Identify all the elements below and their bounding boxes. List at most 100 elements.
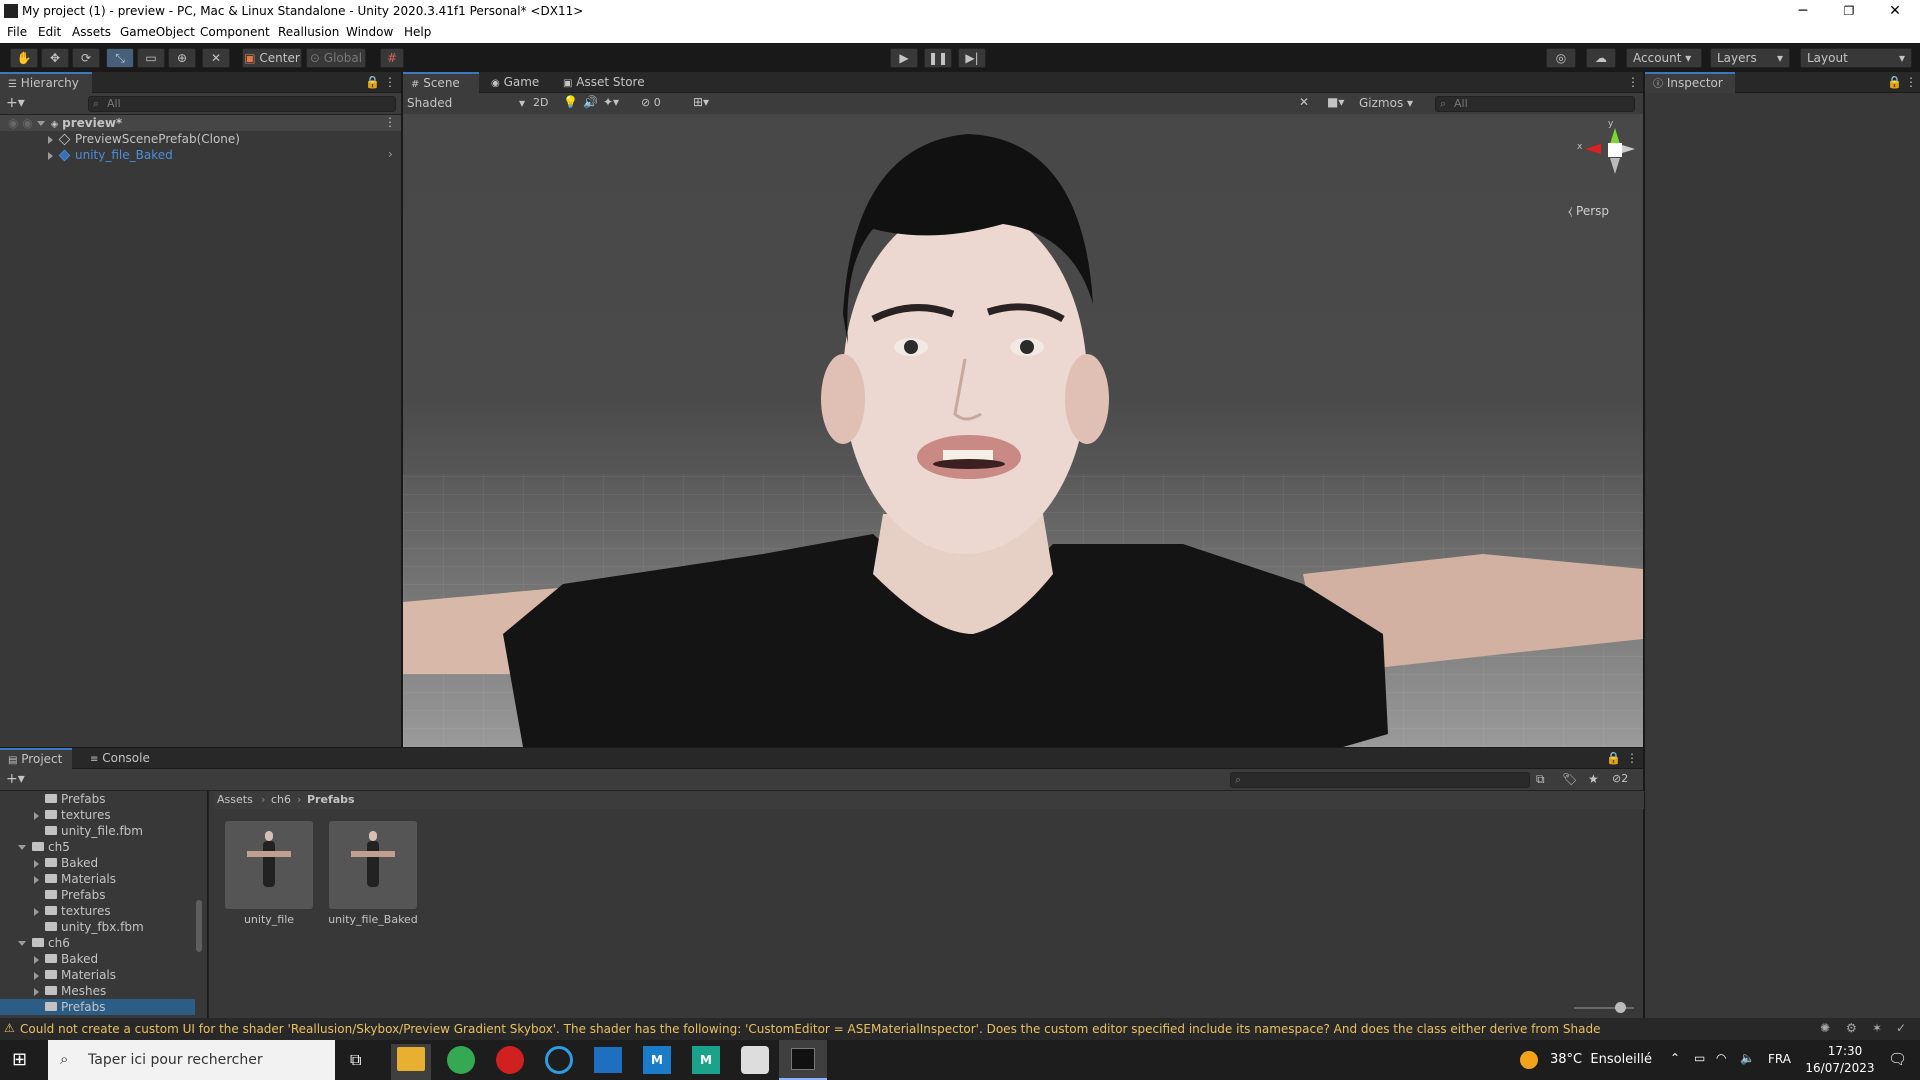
restore-button[interactable]: ❐ <box>1826 0 1872 22</box>
thumbnail-size-slider-handle[interactable] <box>1615 1002 1626 1013</box>
notification-center-icon[interactable]: 🗨 <box>1888 1050 1907 1068</box>
cache-icon[interactable]: ⚙ <box>1846 1021 1857 1035</box>
project-tree-item[interactable]: Materials <box>34 967 116 983</box>
toggle-2d-button[interactable]: 2D <box>533 96 548 109</box>
project-tree-item[interactable]: Meshes <box>34 983 106 999</box>
taskbar-search[interactable]: ⌕ Taper ici pour rechercher <box>48 1040 335 1080</box>
collab-icon[interactable]: ◎ <box>1546 48 1576 68</box>
opera-icon[interactable] <box>496 1046 524 1074</box>
clock-date[interactable]: 16/07/2023 <box>1800 1061 1880 1075</box>
kebab-menu-icon[interactable]: ⋮ <box>384 75 396 89</box>
play-button[interactable]: ▶ <box>890 48 918 68</box>
check-icon[interactable]: ✓ <box>1896 1021 1906 1035</box>
chevron-right-icon[interactable] <box>48 135 53 144</box>
layout-dropdown[interactable]: Layout ▾ <box>1800 48 1912 68</box>
menu-component[interactable]: Component <box>200 25 270 39</box>
asset-label[interactable]: unity_file <box>225 913 313 926</box>
search-by-label-icon[interactable]: 🏷 <box>1562 772 1577 786</box>
gizmos-dropdown[interactable]: Gizmos ▾ <box>1359 96 1413 110</box>
scene-kebab-icon[interactable]: ⋮ <box>384 115 396 129</box>
project-tree-item[interactable]: Prefabs <box>34 791 106 807</box>
lock-icon[interactable]: 🔒 <box>1887 75 1902 89</box>
move-tool-icon[interactable]: ✥ <box>41 48 69 68</box>
tree-scrollbar[interactable] <box>196 900 202 952</box>
tab-hierarchy[interactable]: ☰ Hierarchy <box>0 72 92 93</box>
scene-search-input[interactable]: ⌕ All <box>1435 96 1635 112</box>
unity-hub-icon[interactable] <box>741 1046 769 1074</box>
transform-tool-icon[interactable]: ⊕ <box>168 48 196 68</box>
hierarchy-row-scene[interactable]: ◉ ◉ ◈ preview* <box>8 115 122 131</box>
chevron-down-icon[interactable] <box>36 121 45 126</box>
grid-toggle-icon[interactable]: ⊞▾ <box>693 95 709 109</box>
rotate-tool-icon[interactable]: ⟳ <box>72 48 100 68</box>
projection-toggle[interactable]: ⧼ Persp <box>1568 204 1609 219</box>
debug-icon[interactable]: ✺ <box>1820 1021 1830 1035</box>
breadcrumb-prefabs[interactable]: Prefabs <box>307 793 355 806</box>
chevron-right-icon[interactable] <box>34 955 39 964</box>
project-search-input[interactable]: ⌕ <box>1230 772 1530 788</box>
kebab-menu-icon[interactable]: ⋮ <box>1905 75 1917 89</box>
chevron-right-icon[interactable] <box>34 971 39 980</box>
lock-icon[interactable]: 🔒 <box>1606 751 1621 765</box>
close-button[interactable]: ✕ <box>1872 0 1918 22</box>
tab-console[interactable]: ≡ Console <box>82 748 158 769</box>
language-indicator[interactable]: FRA <box>1768 1052 1791 1066</box>
favorites-star-icon[interactable]: ★ <box>1588 772 1599 786</box>
tab-asset-store[interactable]: ▣ Asset Store <box>555 72 653 93</box>
effects-toggle-icon[interactable]: ✦▾ <box>603 95 619 109</box>
asset-label[interactable]: unity_file_Baked <box>321 913 425 926</box>
audio-toggle-icon[interactable]: 🔊 <box>583 95 598 109</box>
breadcrumb-ch6[interactable]: ch6 <box>271 793 291 806</box>
lighting-toggle-icon[interactable]: 💡 <box>563 95 578 109</box>
clock-time[interactable]: 17:30 <box>1810 1044 1880 1058</box>
hand-tool-icon[interactable]: ✋ <box>10 48 38 68</box>
rect-tool-icon[interactable]: ▭ <box>137 48 165 68</box>
windows-start-icon[interactable]: ⊞ <box>12 1049 27 1070</box>
hidden-packages-toggle[interactable]: ⊘2 <box>1612 772 1628 785</box>
chevron-down-icon[interactable] <box>18 845 26 850</box>
tools-toggle-icon[interactable]: ✕ <box>1299 95 1309 109</box>
chevron-down-icon[interactable] <box>18 941 26 946</box>
scene-viewport[interactable]: y x ⧼ Persp <box>403 114 1643 747</box>
wifi-icon[interactable]: ◠ <box>1716 1051 1726 1065</box>
project-tree-item[interactable]: ch5 <box>18 839 70 855</box>
scene-kebab-icon[interactable]: ⋮ <box>1627 75 1639 89</box>
cortana-c-icon[interactable] <box>545 1046 573 1074</box>
app-m-blue-icon[interactable]: M <box>643 1046 671 1074</box>
pause-button[interactable]: ❚❚ <box>924 48 952 68</box>
tray-chevron-up-icon[interactable]: ⌃ <box>1670 1051 1680 1065</box>
store-icon[interactable] <box>594 1047 622 1073</box>
lock-icon[interactable]: 🔒 <box>365 75 380 89</box>
file-explorer-icon[interactable] <box>397 1047 425 1071</box>
project-tree-item[interactable]: unity_file.fbm <box>34 823 143 839</box>
tab-scene[interactable]: # Scene <box>403 72 479 93</box>
account-dropdown[interactable]: Account ▾ <box>1626 48 1702 68</box>
project-tree-item[interactable]: unity_fbx.fbm <box>34 919 144 935</box>
menu-file[interactable]: File <box>7 25 27 39</box>
chevron-right-icon[interactable] <box>34 987 39 996</box>
open-prefab-arrow-icon[interactable]: › <box>388 147 393 161</box>
search-by-type-icon[interactable]: ⧉ <box>1536 772 1545 787</box>
create-plus-icon[interactable]: +▾ <box>6 771 25 787</box>
scale-tool-icon[interactable]: ⤡ <box>106 48 134 68</box>
chevron-right-icon[interactable] <box>34 859 39 868</box>
menu-help[interactable]: Help <box>404 25 431 39</box>
tab-inspector[interactable]: ⓘ Inspector <box>1645 72 1735 93</box>
project-tree-item[interactable]: Baked <box>34 951 98 967</box>
step-button[interactable]: ▶| <box>958 48 986 68</box>
camera-settings-icon[interactable]: ■▾ <box>1327 95 1344 109</box>
project-tree-item[interactable]: Prefabs <box>0 999 195 1015</box>
tab-project[interactable]: ▤ Project <box>0 748 72 769</box>
tab-game[interactable]: ◉ Game <box>483 72 547 93</box>
status-message[interactable]: Could not create a custom UI for the sha… <box>20 1022 1600 1036</box>
orientation-gizmo[interactable]: y x <box>1577 119 1643 182</box>
menu-window[interactable]: Window <box>346 25 393 39</box>
project-tree-item[interactable]: ch6 <box>18 935 70 951</box>
menu-gameobject[interactable]: GameObject <box>120 25 195 39</box>
pivot-center-toggle[interactable]: ▣ Center <box>242 48 302 68</box>
kebab-menu-icon[interactable]: ⋮ <box>1626 751 1638 765</box>
chevron-right-icon[interactable] <box>34 875 39 884</box>
unity-editor-taskbar-button[interactable] <box>779 1040 827 1080</box>
grid-snap-icon[interactable]: # <box>380 48 404 68</box>
progress-icon[interactable]: ✶ <box>1872 1021 1882 1035</box>
